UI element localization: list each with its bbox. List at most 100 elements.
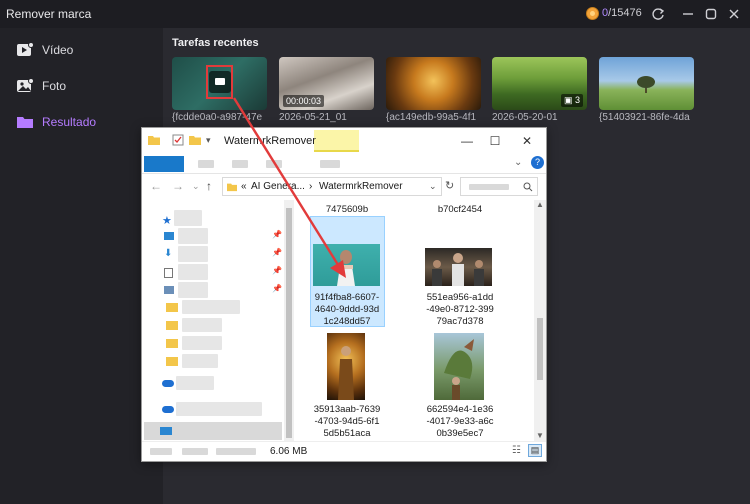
maximize-button[interactable] [701, 4, 721, 24]
explorer-close-button[interactable]: ✕ [517, 132, 537, 150]
file-name[interactable]: 551ea956-a1dd -49e0-8712-399 79ac7d378 [419, 292, 501, 328]
ribbon-tab[interactable] [198, 160, 214, 168]
breadcrumb-watermrkremover[interactable]: WatermrkRemover [319, 181, 403, 192]
explorer-maximize-button[interactable]: ☐ [485, 132, 505, 150]
nav-item[interactable] [176, 376, 214, 390]
nav-item[interactable] [182, 354, 218, 368]
address-dropdown-icon[interactable]: ⌄ [429, 181, 437, 192]
minimize-button[interactable] [678, 4, 698, 24]
large-icons-view-icon[interactable]: ▤ [528, 444, 542, 457]
sidebar-item-label: Foto [42, 79, 67, 93]
status-selection [216, 448, 256, 455]
file-name[interactable]: 35913aab-7639 -4703-94d5-6f1 5d5b51aca [306, 404, 388, 440]
nav-item[interactable] [174, 210, 202, 226]
title-bar: Remover marca 0/15476 [0, 0, 750, 28]
breadcrumb-separator: › [309, 181, 313, 192]
nav-item-selected[interactable] [144, 422, 282, 440]
nav-item[interactable] [178, 246, 208, 262]
app-title: Remover marca [6, 7, 92, 21]
recent-task-caption: {fcdde0a0-a987-47e [172, 112, 263, 123]
ribbon-tab[interactable] [266, 160, 282, 168]
close-button[interactable] [724, 4, 744, 24]
address-prefix[interactable]: « [241, 181, 247, 192]
file-thumbnail[interactable] [327, 333, 365, 400]
file-thumbnail[interactable] [313, 244, 380, 286]
quick-access-dropdown-icon[interactable]: ▾ [206, 135, 211, 146]
file-name[interactable]: b70cf2454 [419, 204, 501, 216]
folder-icon [166, 321, 178, 330]
stack-icon: ▣ [563, 95, 575, 105]
quick-access-star-icon[interactable]: ★ [162, 214, 172, 227]
sidebar-item-photo[interactable]: Foto [16, 74, 156, 98]
recent-task-thumbnail[interactable]: 00:00:03 [279, 57, 374, 110]
ribbon-expand-icon[interactable]: ⌄ [514, 157, 522, 168]
documents-icon [164, 268, 173, 278]
file-name-line: 662594e4-1e36 [426, 404, 494, 415]
file-name[interactable]: 7475609b [306, 204, 388, 216]
address-bar[interactable]: « AI Genera... › WatermrkRemover ⌄ [222, 177, 442, 196]
file-name[interactable]: 662594e4-1e36 -4017-9e33-a6c 0b39e5ec7 [419, 404, 501, 440]
nav-scrollbar[interactable] [284, 200, 294, 443]
nav-item[interactable] [182, 336, 222, 350]
new-folder-icon[interactable] [189, 134, 201, 146]
files-scrollbar[interactable]: ▲ ▼ [534, 200, 546, 441]
search-placeholder [469, 184, 509, 190]
nav-item[interactable] [178, 228, 208, 244]
pictures-icon [164, 286, 174, 294]
recent-task-caption: 2026-05-21_01 [279, 112, 347, 123]
ribbon-tab[interactable] [320, 160, 340, 168]
nav-item[interactable] [182, 300, 240, 314]
ribbon-tab[interactable] [232, 160, 248, 168]
scroll-up-icon[interactable]: ▲ [536, 200, 544, 209]
recent-task-thumbnail[interactable] [386, 57, 481, 110]
up-icon[interactable]: ↑ [206, 179, 212, 193]
ribbon: ⌄ ? [142, 154, 546, 174]
forward-icon[interactable]: → [172, 179, 184, 193]
app-window: Remover marca 0/15476 Vídeo Foto Resulta… [0, 0, 750, 504]
count-badge: ▣ 3 [560, 94, 583, 107]
recent-task-thumbnail[interactable]: ▣ 3 [492, 57, 587, 110]
back-icon[interactable]: ← [150, 179, 162, 193]
nav-item[interactable] [178, 282, 208, 298]
sidebar-item-video[interactable]: Vídeo [16, 38, 156, 62]
folder-icon [17, 117, 33, 128]
search-input[interactable] [460, 177, 538, 196]
nav-item[interactable] [182, 318, 222, 332]
sidebar-item-result[interactable]: Resultado [16, 110, 156, 134]
refresh-icon[interactable]: ↻ [445, 179, 454, 192]
onedrive-icon [162, 380, 174, 387]
file-thumbnail[interactable] [425, 248, 492, 286]
scroll-down-icon[interactable]: ▼ [536, 431, 544, 440]
search-icon [523, 182, 533, 192]
folder-icon [227, 183, 237, 192]
pin-icon: 📌 [272, 248, 282, 257]
details-view-icon[interactable]: ☷ [512, 445, 521, 456]
properties-icon[interactable] [172, 134, 184, 146]
portrait-image [337, 250, 355, 286]
file-thumbnail[interactable] [434, 333, 484, 400]
ribbon-file-tab[interactable] [144, 156, 184, 172]
nav-item[interactable] [176, 402, 262, 416]
explorer-title: WatermrkRemover [224, 135, 316, 147]
breadcrumb-ai-genera[interactable]: AI Genera... [251, 181, 305, 192]
explorer-minimize-button[interactable]: — [457, 132, 477, 150]
recent-task-caption: {ac149edb-99a5-4f1 [386, 112, 477, 123]
recent-task-caption: {51403921-86fe-4da [599, 112, 690, 123]
file-name-line: 91f4fba8-6607- [314, 292, 380, 303]
files-scrollbar-thumb[interactable] [537, 318, 543, 380]
recent-task-thumbnail[interactable] [599, 57, 694, 110]
file-name[interactable]: 91f4fba8-6607- 4640-9ddd-93d 1c248dd57 [306, 292, 388, 328]
nav-scrollbar-thumb[interactable] [286, 208, 292, 438]
recent-locations-icon[interactable]: ⌄ [192, 181, 200, 192]
file-name-line: 0b39e5ec7 [436, 428, 484, 439]
credits-counter: 0/15476 [602, 7, 642, 19]
status-size: 6.06 MB [270, 446, 308, 457]
folder-icon [166, 303, 178, 312]
tree-image [637, 76, 655, 93]
pin-icon: 📌 [272, 284, 282, 293]
nav-item[interactable] [178, 264, 208, 280]
pin-icon: 📌 [272, 230, 282, 239]
refresh-icon[interactable] [648, 4, 668, 24]
navigation-pane: ★ ⬇ 📌 📌 📌 📌 [142, 200, 295, 443]
help-icon[interactable]: ? [531, 156, 544, 169]
